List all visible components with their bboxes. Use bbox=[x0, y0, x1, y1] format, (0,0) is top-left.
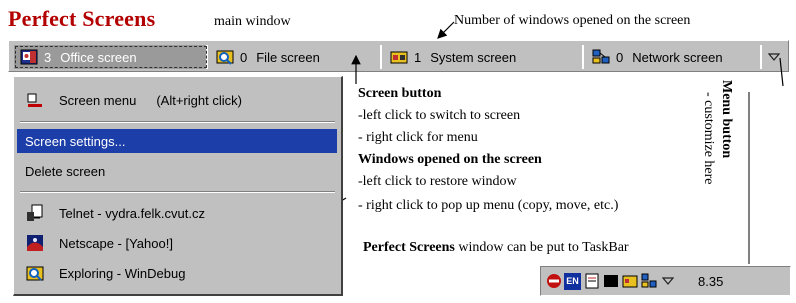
menu-separator bbox=[20, 191, 335, 193]
menu-item-screen-menu[interactable]: Screen menu (Alt+right click) bbox=[17, 88, 337, 112]
menu-item-label: Screen settings... bbox=[25, 133, 126, 149]
menu-item-label: Exploring - WinDebug bbox=[59, 265, 186, 281]
menu-button-annotation: Menu button - customize here bbox=[699, 80, 735, 185]
screen-menu-icon bbox=[25, 91, 45, 109]
menu-button-subtitle: - customize here bbox=[701, 92, 716, 185]
telnet-icon bbox=[25, 204, 45, 222]
windows-note-right: - right click to pop up menu (copy, move… bbox=[358, 198, 619, 213]
menu-item-telnet-window[interactable]: Telnet - vydra.felk.cvut.cz bbox=[17, 201, 337, 225]
black-window-icon[interactable] bbox=[602, 273, 619, 290]
screen-button-note-left: -left click to switch to screen bbox=[358, 108, 521, 123]
no-entry-icon[interactable] bbox=[545, 273, 562, 290]
windows-opened-title: Windows opened on the screen bbox=[358, 152, 542, 167]
explorer-icon bbox=[25, 264, 45, 282]
menu-item-screen-settings[interactable]: Screen settings... bbox=[17, 129, 337, 153]
network-icon[interactable] bbox=[640, 273, 657, 290]
netscape-icon bbox=[25, 234, 45, 252]
menu-item-exploring-window[interactable]: Exploring - WinDebug bbox=[17, 261, 337, 285]
screen-button-note-right: - right click for menu bbox=[358, 130, 478, 145]
screen-button-title: Screen button bbox=[358, 86, 442, 101]
tray-clock: 8.35 bbox=[698, 273, 724, 289]
menu-item-shortcut: (Alt+right click) bbox=[156, 92, 242, 108]
en-language-icon[interactable]: EN bbox=[564, 272, 581, 290]
menu-button-title: Menu button bbox=[719, 80, 734, 159]
taskbar-note: Perfect Screens window can be put to Tas… bbox=[363, 240, 629, 256]
taskbar-note-app-name: Perfect Screens bbox=[363, 240, 455, 255]
menu-item-delete-screen[interactable]: Delete screen bbox=[17, 159, 337, 183]
menu-item-netscape-window[interactable]: Netscape - [Yahoo!] bbox=[17, 231, 337, 255]
taskbar-note-text: window can be put to TaskBar bbox=[454, 240, 629, 255]
windows-note-left: -left click to restore window bbox=[358, 174, 517, 189]
screen-popup-menu: Screen menu (Alt+right click) Screen set… bbox=[13, 76, 343, 296]
menu-separator bbox=[20, 121, 335, 123]
menu-item-label: Telnet - vydra.felk.cvut.cz bbox=[59, 205, 205, 221]
yellow-folder-icon[interactable] bbox=[621, 273, 638, 290]
triangle-down-icon[interactable] bbox=[659, 273, 676, 290]
menu-item-label: Netscape - [Yahoo!] bbox=[59, 235, 173, 251]
taskbar-tray: EN 8.35 bbox=[540, 266, 791, 296]
document-icon[interactable] bbox=[583, 273, 600, 290]
menu-item-label: Delete screen bbox=[25, 163, 106, 179]
menu-item-label: Screen menu bbox=[59, 92, 137, 108]
